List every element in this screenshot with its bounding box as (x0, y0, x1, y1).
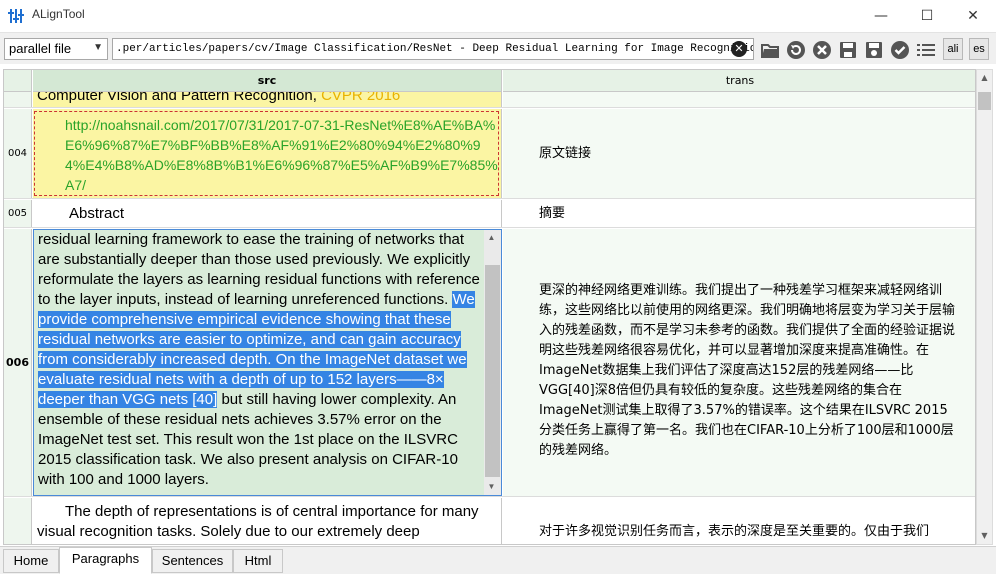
trans-text: 摘要 (539, 205, 566, 221)
row-number[interactable]: 005 (4, 200, 32, 227)
tab-html[interactable]: Html (233, 549, 283, 573)
check-icon[interactable] (890, 40, 910, 60)
app-window: ALignTool — ☐ ✕ parallel file ▼ .per/art… (0, 0, 996, 574)
chevron-down-icon: ▼ (93, 42, 103, 53)
trans-text: 更深的神经网络更难训练。我们提出了一种残差学习框架来减轻网络训练，这些网络比以前… (539, 283, 956, 458)
save-as-icon[interactable] (864, 40, 884, 60)
src-text: Abstract (69, 205, 125, 222)
minimize-icon: — (874, 8, 888, 24)
tab-sentences[interactable]: Sentences (152, 549, 233, 573)
close-window-button[interactable]: ✕ (950, 0, 996, 32)
grid-scroll-thumb[interactable] (978, 92, 991, 110)
src-text: The depth of representations is of centr… (37, 503, 479, 540)
row-number[interactable]: 006 (4, 229, 32, 496)
refresh-icon[interactable] (786, 40, 806, 60)
list-icon[interactable] (916, 40, 936, 60)
src-cell[interactable]: http://noahsnail.com/2017/07/31/2017-07-… (33, 109, 502, 198)
column-header-src[interactable]: src (33, 70, 502, 92)
grid-header: src trans (4, 70, 975, 92)
cancel-icon[interactable] (812, 40, 832, 60)
src-cell[interactable]: The depth of representations is of centr… (33, 498, 502, 544)
title-bar: ALignTool — ☐ ✕ (0, 0, 996, 32)
trans-cell[interactable] (503, 92, 975, 107)
table-row[interactable]: Computer Vision and Pattern Recognition,… (4, 92, 975, 108)
grid-scrollbar[interactable]: ▲ ▼ (976, 69, 993, 545)
tab-paragraphs[interactable]: Paragraphs (59, 547, 152, 574)
minimize-button[interactable]: — (858, 0, 904, 32)
scroll-up-icon[interactable]: ▲ (484, 230, 499, 246)
editor-scrollbar[interactable]: ▲ ▼ (484, 230, 501, 495)
editor-text-before: Deeper neural networks are more difficul… (38, 231, 480, 308)
tab-home[interactable]: Home (3, 549, 59, 573)
toolbar: parallel file ▼ .per/articles/papers/cv/… (0, 32, 996, 64)
scroll-down-icon[interactable]: ▼ (977, 528, 992, 544)
ali-button[interactable]: ali (943, 38, 963, 60)
align-tool-logo-icon (8, 9, 24, 23)
src-cell[interactable]: Abstract (33, 200, 502, 227)
scroll-up-icon[interactable]: ▲ (977, 70, 992, 86)
trans-cell[interactable]: 摘要 (503, 200, 975, 227)
cvpr-text: CVPR 2016 (321, 92, 401, 104)
table-row[interactable]: 005 Abstract 摘要 (4, 200, 975, 228)
row-number[interactable] (4, 498, 32, 544)
trans-text: 原文链接 (539, 145, 592, 161)
tab-bar: Home Paragraphs Sentences Html (0, 546, 996, 574)
maximize-icon: ☐ (920, 8, 934, 24)
trans-cell[interactable]: 对于许多视觉识别任务而言，表示的深度是至关重要的。仅由于我们 (503, 498, 975, 544)
link-text[interactable]: http://noahsnail.com/2017/07/31/2017-07-… (38, 115, 498, 195)
trans-cell[interactable]: 原文链接 (503, 109, 975, 198)
file-path-value: .per/articles/papers/cv/Image Classifica… (116, 43, 754, 55)
save-icon[interactable] (838, 40, 858, 60)
table-row[interactable]: 004 http://noahsnail.com/2017/07/31/2017… (4, 109, 975, 199)
row-number[interactable] (4, 92, 32, 107)
trans-text: 对于许多视觉识别任务而言，表示的深度是至关重要的。仅由于我们 (539, 524, 930, 539)
mode-select[interactable]: parallel file ▼ (4, 38, 108, 60)
window-title: ALignTool (32, 7, 85, 21)
table-row[interactable]: The depth of representations is of centr… (4, 498, 975, 544)
maximize-button[interactable]: ☐ (904, 0, 950, 32)
file-path-input[interactable]: .per/articles/papers/cv/Image Classifica… (112, 38, 754, 60)
open-folder-icon[interactable] (760, 40, 780, 60)
es-button[interactable]: es (969, 38, 989, 60)
column-header-trans[interactable]: trans (503, 70, 975, 92)
src-text: Computer Vision and Pattern Recognition, (37, 92, 322, 104)
editor-scroll-thumb[interactable] (485, 265, 500, 477)
src-text-editor[interactable]: Deeper neural networks are more difficul… (33, 229, 502, 496)
clear-path-icon[interactable]: ✕ (731, 41, 747, 57)
scroll-down-icon[interactable]: ▼ (484, 479, 499, 495)
row-number[interactable]: 004 (4, 109, 32, 198)
src-cell[interactable]: Computer Vision and Pattern Recognition,… (33, 92, 502, 107)
trans-cell[interactable]: 更深的神经网络更难训练。我们提出了一种残差学习框架来减轻网络训练，这些网络比以前… (503, 229, 975, 496)
close-icon: ✕ (967, 8, 979, 24)
paragraph-grid: src trans Computer Vision and Pattern Re… (3, 69, 976, 545)
table-row[interactable]: 006 Deeper neural networks are more diff… (4, 229, 975, 497)
header-corner[interactable] (4, 70, 32, 92)
mode-select-value: parallel file (9, 41, 72, 56)
src-cell[interactable]: Deeper neural networks are more difficul… (33, 229, 502, 496)
